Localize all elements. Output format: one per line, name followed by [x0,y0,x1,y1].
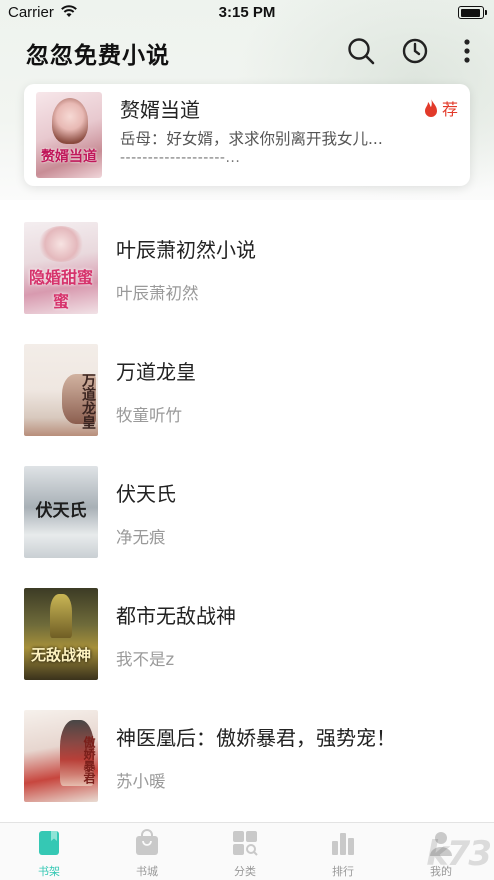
book-title: 都市无敌战神 [116,604,236,628]
list-item[interactable]: 隐婚甜蜜蜜 叶辰萧初然小说 叶辰萧初然 [0,200,494,322]
tab-label: 分类 [234,865,256,878]
book-cover: 傲娇暴君 [24,710,98,802]
bookshelf-icon [39,831,59,855]
cover-title-art: 傲娇暴君 [82,736,96,784]
tab-bar: 书架 书城 分类 排行 我的 [0,822,494,880]
cover-title-art: 万道龙皇 [80,373,96,429]
recommended-book-cover: 赘婿当道 [36,92,102,178]
cover-title-art: 隐婚甜蜜蜜 [28,268,93,311]
tab-label: 书架 [38,865,60,878]
book-cover: 万道龙皇 [24,344,98,436]
list-item[interactable]: 万道龙皇 万道龙皇 牧童听竹 [0,322,494,444]
book-author: 叶辰萧初然 [116,284,199,303]
recommended-book-description: 岳母：好女婿，求求你别离开我女儿... [120,130,383,148]
book-author: 我不是z [116,650,175,669]
recommend-badge: 荐 [422,96,458,120]
recommended-book-description-extra: -------------------... [120,150,241,166]
recommended-book-card[interactable]: 赘婿当道 赘婿当道 荐 岳母：好女婿，求求你别离开我女儿... --------… [24,84,470,186]
search-icon[interactable] [346,36,376,66]
cover-title-art: 无敌战神 [30,646,91,664]
store-bag-icon [136,829,158,855]
category-grid-icon [233,831,258,856]
recommend-badge-label: 荐 [441,100,458,119]
fire-icon [424,98,437,117]
tab-label: 书城 [136,865,158,878]
tab-label: 排行 [332,865,354,878]
book-cover: 伏天氏 [24,466,98,558]
more-vertical-icon[interactable] [452,36,482,66]
history-icon[interactable] [400,36,430,66]
tab-bookstore[interactable]: 书城 [98,823,196,880]
clock: 3:15 PM [218,4,276,21]
book-title: 叶辰萧初然小说 [116,238,256,262]
ranking-icon [332,833,354,855]
app-title: 忽忽免费小说 [26,43,170,69]
book-title: 伏天氏 [116,482,176,506]
battery-icon [458,6,487,19]
tab-category[interactable]: 分类 [196,823,294,880]
recommended-book-title: 赘婿当道 [120,98,200,122]
book-author: 净无痕 [116,528,166,547]
cover-figure [52,98,88,144]
tab-ranking[interactable]: 排行 [294,823,392,880]
list-item[interactable]: 无敌战神 都市无敌战神 我不是z [0,566,494,688]
list-item[interactable]: 伏天氏 伏天氏 净无痕 [0,444,494,566]
book-title: 神医凰后：傲娇暴君，强势宠！ [116,726,396,750]
book-title: 万道龙皇 [116,360,196,384]
status-bar: Carrier 3:15 PM [0,0,494,26]
list-item[interactable]: 傲娇暴君 神医凰后：傲娇暴君，强势宠！ 苏小暖 [0,688,494,810]
book-cover: 无敌战神 [24,588,98,680]
cover-title-art: 伏天氏 [35,501,87,521]
book-author: 牧童听竹 [116,406,182,425]
book-cover: 隐婚甜蜜蜜 [24,222,98,314]
tab-bookshelf[interactable]: 书架 [0,823,98,880]
watermark-logo: k73 [426,834,492,874]
cover-title-art: 赘婿当道 [41,149,97,165]
book-author: 苏小暖 [116,772,166,791]
